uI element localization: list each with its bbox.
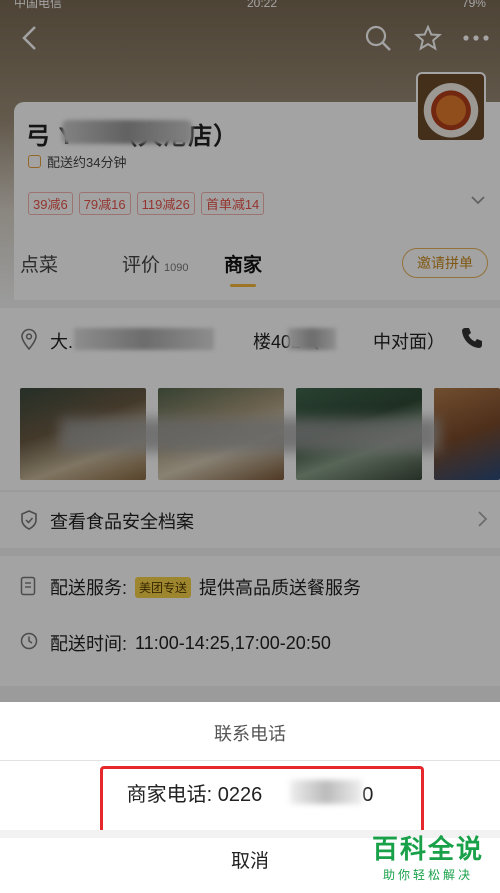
watermark-title: 百科全说 [371,834,484,864]
watermark-subtitle: 助你轻松解决 [382,868,473,882]
watermark: 百科全说 助你轻松解决 [372,829,484,883]
sheet-title: 联系电话 [214,724,286,744]
merchant-page: 中国电信 20:22 79% 弓 Y （大港店） 配送约34分钟 39减6 79… [0,0,500,893]
divider [0,760,500,761]
highlight-box [100,766,424,834]
